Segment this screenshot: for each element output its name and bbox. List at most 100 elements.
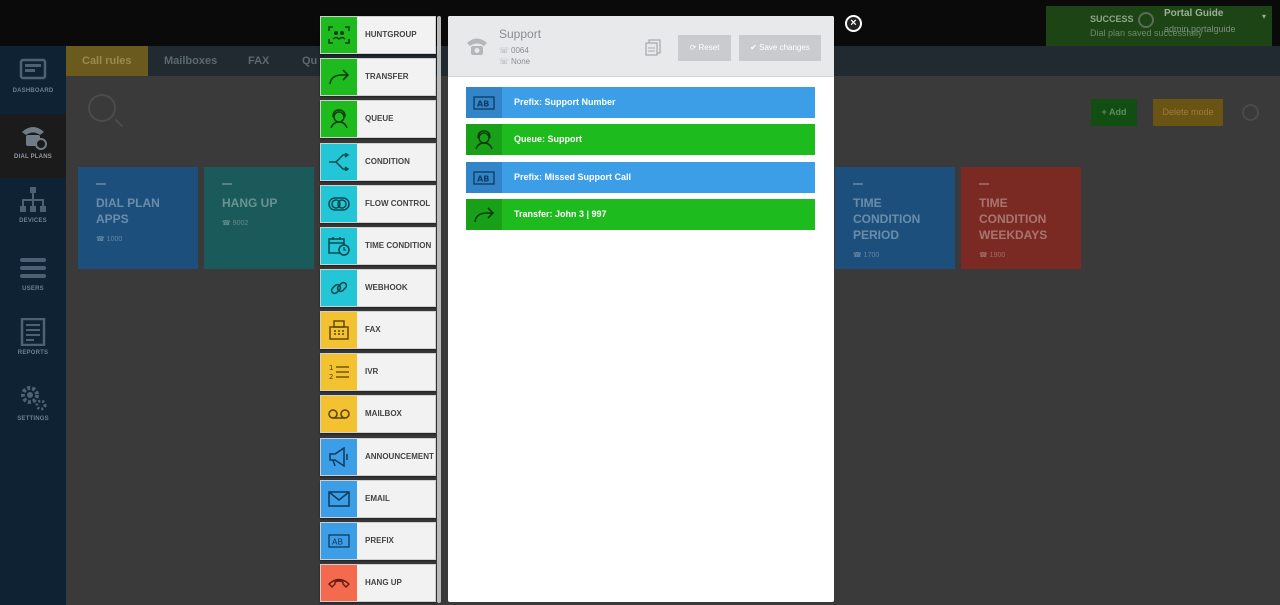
palette-item-label: ANNOUNCEMENT: [365, 452, 434, 461]
dial-plan-number-row: ☏ 0064: [499, 46, 529, 55]
fax-icon: [321, 312, 357, 348]
card-title: TIME CONDITION PERIOD: [853, 196, 921, 242]
palette-item-label: PREFIX: [365, 536, 394, 545]
user-avatar-icon[interactable]: [1138, 12, 1154, 28]
palette-item-label: FAX: [365, 325, 381, 334]
sidebar-item-dashboard[interactable]: DASHBOARD: [0, 56, 66, 116]
sidebar-item-settings[interactable]: SETTINGS: [0, 384, 66, 444]
palette-item-mailbox[interactable]: MAILBOX: [320, 395, 436, 433]
palette-item-label: TIME CONDITION: [365, 241, 432, 250]
queue-headset-icon: [321, 101, 357, 137]
check-icon: ✔: [750, 43, 760, 52]
close-icon: ×: [850, 17, 857, 29]
mailbox-voicemail-icon: [321, 396, 357, 432]
dial-plan-card[interactable]: TIME CONDITION PERIOD 1700: [835, 167, 955, 269]
palette-item-announcement[interactable]: ANNOUNCEMENT: [320, 438, 436, 476]
announcement-megaphone-icon: [321, 439, 357, 475]
rule-label: Prefix: Missed Support Call: [514, 172, 632, 182]
palette-item-label: FLOW CONTROL: [365, 199, 431, 208]
sidebar-item-label: DEVICES: [19, 218, 47, 224]
palette-item-fax[interactable]: FAX: [320, 311, 436, 349]
reports-icon: [20, 318, 46, 346]
search-icon[interactable]: [88, 94, 116, 122]
huntgroup-icon: [321, 17, 357, 53]
transfer-arrow-icon: [321, 59, 357, 95]
prefix-ab-icon: AB: [321, 523, 357, 559]
svg-text:2: 2: [329, 373, 333, 381]
sidebar-item-reports[interactable]: REPORTS: [0, 318, 66, 378]
tab-fax[interactable]: FAX: [248, 46, 269, 76]
sidebar-item-devices[interactable]: DEVICES: [0, 186, 66, 246]
palette-item-time-condition[interactable]: TIME CONDITION: [320, 227, 436, 265]
rule-label: Queue: Support: [514, 134, 582, 144]
notification-title: SUCCESS: [1090, 14, 1134, 24]
palette-item-webhook[interactable]: WEBHOOK: [320, 269, 436, 307]
svg-text:AB: AB: [477, 99, 489, 108]
card-title: DIAL PLAN APPS: [96, 196, 160, 226]
palette-item-flow-control[interactable]: FLOW CONTROL: [320, 185, 436, 223]
dial-plan-card[interactable]: HANG UP 9002: [204, 167, 314, 269]
reset-button[interactable]: ⟳ Reset: [678, 35, 731, 61]
palette-item-label: HUNTGROUP: [365, 30, 417, 39]
dial-plan-title: Support: [499, 27, 542, 41]
rule-label: Transfer: John 3 | 997: [514, 209, 607, 219]
palette-item-prefix[interactable]: AB PREFIX: [320, 522, 436, 560]
prefix-ab-icon: AB: [466, 87, 502, 118]
hang-up-phone-icon: [321, 565, 357, 601]
palette-item-huntgroup[interactable]: HUNTGROUP: [320, 16, 436, 54]
chevron-down-icon[interactable]: ▾: [1262, 12, 1266, 21]
save-changes-button[interactable]: ✔ Save changes: [739, 35, 821, 61]
dial-plan-header: Support ☏ 0064 ☏ None ⟳ Reset ✔ Save chang…: [448, 16, 834, 77]
prefix-ab-icon: AB: [466, 162, 502, 193]
delete-mode-button[interactable]: Delete mode: [1153, 99, 1223, 126]
webhook-link-icon: [321, 270, 357, 306]
dial-plan-card[interactable]: TIME CONDITION WEEKDAYS 1900: [961, 167, 1081, 269]
phone-small-icon: ☏: [499, 46, 510, 55]
tab-mailboxes[interactable]: Mailboxes: [164, 46, 217, 76]
sidebar-item-label: USERS: [22, 286, 44, 292]
card-title: TIME CONDITION WEEKDAYS: [979, 196, 1048, 242]
condition-split-icon: [321, 144, 357, 180]
svg-text:AB: AB: [332, 538, 343, 547]
tab-queues[interactable]: Qu: [302, 46, 317, 76]
tab-call-rules[interactable]: Call rules: [66, 46, 148, 76]
sidebar-item-users[interactable]: USERS: [0, 254, 66, 314]
svg-text:1: 1: [329, 364, 333, 372]
palette-item-hang-up[interactable]: HANG UP: [320, 564, 436, 602]
add-button[interactable]: + Add: [1091, 99, 1137, 126]
user-name[interactable]: Portal Guide: [1164, 8, 1223, 19]
palette-item-label: CONDITION: [365, 157, 410, 166]
rule-item-prefix[interactable]: AB Prefix: Missed Support Call: [466, 162, 815, 193]
rule-item-queue[interactable]: Queue: Support: [466, 124, 815, 155]
card-title: HANG UP: [222, 196, 278, 210]
devices-network-icon: [20, 187, 46, 212]
sidebar-item-dial-plans[interactable]: DIAL PLANS: [0, 114, 66, 178]
dial-plan-card[interactable]: DIAL PLAN APPS 1000: [78, 167, 198, 269]
palette-item-ivr[interactable]: 12 IVR: [320, 353, 436, 391]
user-role: admin.portalguide: [1164, 24, 1236, 34]
rule-item-transfer[interactable]: Transfer: John 3 | 997: [466, 199, 815, 230]
transfer-arrow-icon: [466, 199, 502, 230]
ivr-list-icon: 12: [321, 354, 357, 390]
sidebar-item-label: SETTINGS: [17, 416, 49, 422]
card-accent: [979, 183, 989, 185]
rule-item-prefix[interactable]: AB Prefix: Support Number: [466, 87, 815, 118]
palette-item-queue[interactable]: QUEUE: [320, 100, 436, 138]
palette-scrollbar[interactable]: [437, 16, 441, 603]
palette-item-condition[interactable]: CONDITION: [320, 143, 436, 181]
palette-item-email[interactable]: EMAIL: [320, 480, 436, 518]
svg-text:AB: AB: [477, 174, 489, 183]
close-modal-button[interactable]: ×: [845, 15, 862, 32]
card-accent: [222, 183, 232, 185]
flow-control-toggle-icon: [321, 186, 357, 222]
settings-gears-icon: [21, 386, 47, 411]
rule-label: Prefix: Support Number: [514, 97, 616, 107]
filter-icon[interactable]: [1242, 104, 1259, 121]
copy-document-icon[interactable]: [645, 39, 661, 56]
add-button-label: Add: [1108, 107, 1127, 117]
palette-item-label: MAILBOX: [365, 409, 402, 418]
dial-plan-number: 0064: [511, 46, 529, 55]
palette-item-transfer[interactable]: TRANSFER: [320, 58, 436, 96]
refresh-icon: ⟳: [689, 43, 699, 52]
dial-plan-secondary: None: [511, 57, 531, 66]
